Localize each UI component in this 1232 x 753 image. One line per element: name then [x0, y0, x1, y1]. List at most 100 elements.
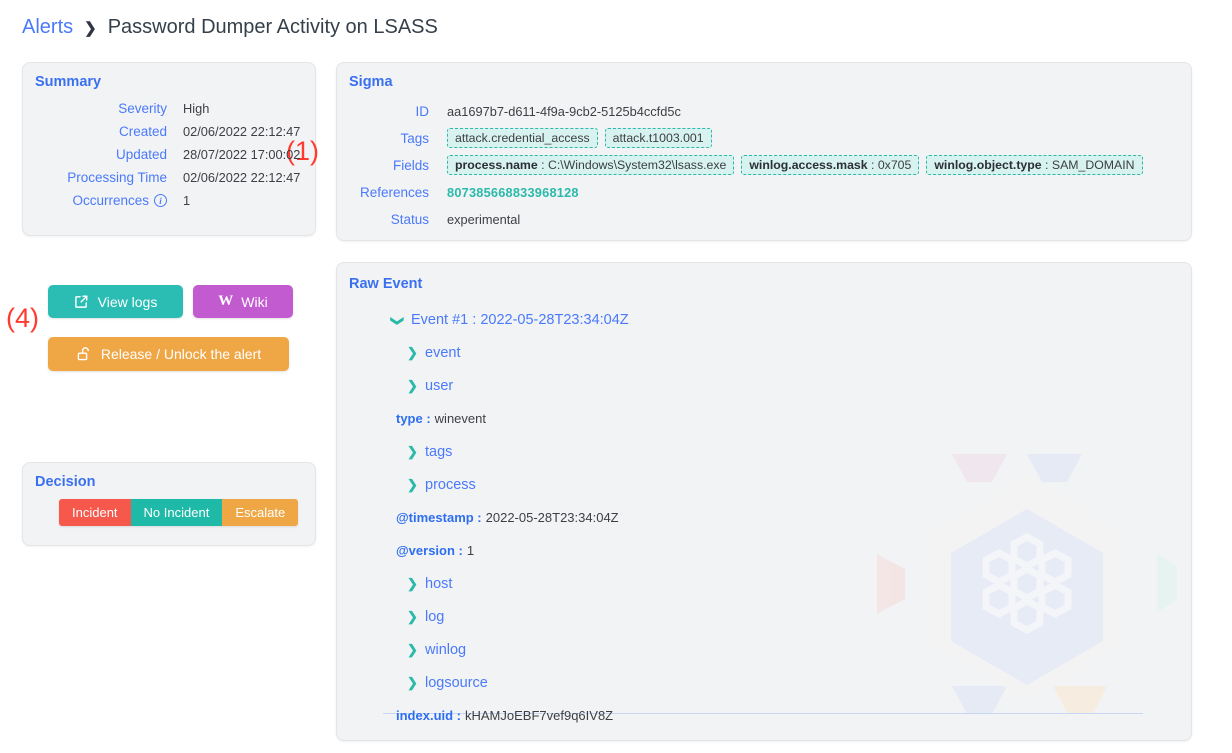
- raw-event-tree: ❯ Event #1 : 2022-05-28T23:34:04Z ❯ even…: [337, 303, 1191, 732]
- decision-escalate-button[interactable]: Escalate: [222, 499, 299, 526]
- raw-event-panel: Raw Event (3): [336, 262, 1192, 741]
- tag-chip[interactable]: attack.credential_access: [447, 128, 598, 148]
- tree-node-host[interactable]: ❯ host: [337, 567, 1191, 600]
- tree-node-label: process: [425, 476, 476, 493]
- chevron-right-icon[interactable]: ❯: [407, 642, 418, 658]
- sigma-field-list: ID aa1697b7-d611-4f9a-9cb2-5125b4ccfd5c …: [337, 101, 1191, 236]
- chevron-right-icon[interactable]: ❯: [407, 477, 418, 493]
- tree-node-label: log: [425, 608, 445, 625]
- chevron-right-icon[interactable]: ❯: [407, 576, 418, 592]
- summary-row-updated: Updated 28/07/2022 17:00:02: [23, 147, 315, 162]
- field-chip[interactable]: winlog.access.mask : 0x705: [741, 155, 920, 175]
- tree-node-label: tags: [425, 443, 453, 460]
- summary-label-severity: Severity: [118, 101, 167, 116]
- alert-detail-page: Alerts ❯ Password Dumper Activity on LSA…: [0, 0, 1232, 753]
- tree-node-label: event: [425, 344, 461, 361]
- summary-row-severity: Severity High: [23, 101, 315, 116]
- sigma-value-tags: attack.credential_access attack.t1003.00…: [447, 128, 712, 148]
- sigma-label-references: References: [359, 184, 429, 200]
- tree-node-event-root[interactable]: ❯ Event #1 : 2022-05-28T23:34:04Z: [337, 303, 1191, 336]
- info-icon[interactable]: i: [154, 194, 167, 207]
- summary-value-updated: 28/07/2022 17:00:02: [183, 147, 301, 162]
- decision-incident-button[interactable]: Incident: [59, 499, 131, 526]
- sigma-row-status: Status experimental: [337, 209, 1191, 229]
- decision-button-group: Incident No Incident Escalate: [59, 499, 299, 526]
- tree-leaf-key: @version :: [396, 543, 463, 558]
- summary-field-list: Severity High Created 02/06/2022 22:12:4…: [23, 101, 315, 216]
- sigma-row-tags: Tags attack.credential_access attack.t10…: [337, 128, 1191, 148]
- raw-event-title: Raw Event: [349, 276, 423, 292]
- chevron-right-icon[interactable]: ❯: [407, 345, 418, 361]
- breadcrumb: Alerts ❯ Password Dumper Activity on LSA…: [22, 16, 438, 39]
- decision-title: Decision: [35, 474, 96, 490]
- tree-node-tags[interactable]: ❯ tags: [337, 435, 1191, 468]
- summary-row-occurrences: Occurrences i 1: [23, 193, 315, 208]
- sigma-label-fields: Fields: [392, 157, 429, 173]
- wikipedia-w-icon: W: [218, 293, 233, 309]
- tree-leaf-timestamp: @timestamp : 2022-05-28T23:34:04Z: [337, 501, 1191, 534]
- summary-row-created: Created 02/06/2022 22:12:47: [23, 124, 315, 139]
- tree-leaf-type: type : winevent: [337, 402, 1191, 435]
- summary-value-severity: High: [183, 101, 210, 116]
- sigma-panel: Sigma (2) ID aa1697b7-d611-4f9a-9cb2-512…: [336, 62, 1192, 241]
- decision-no-incident-button[interactable]: No Incident: [130, 499, 223, 526]
- field-chip[interactable]: winlog.object.type : SAM_DOMAIN: [926, 155, 1143, 175]
- sigma-value-id: aa1697b7-d611-4f9a-9cb2-5125b4ccfd5c: [447, 103, 681, 119]
- tree-node-user[interactable]: ❯ user: [337, 369, 1191, 402]
- tree-leaf-value: winevent: [434, 411, 486, 426]
- tag-chip[interactable]: attack.t1003.001: [604, 128, 712, 148]
- tree-leaf-version: @version : 1: [337, 534, 1191, 567]
- tree-leaf-key: @timestamp :: [396, 510, 482, 525]
- tree-node-event[interactable]: ❯ event: [337, 336, 1191, 369]
- tree-leaf-index-uid: index.uid : kHAMJoEBF7vef9q6IV8Z: [337, 699, 1191, 732]
- summary-label-created: Created: [118, 124, 167, 139]
- sigma-value-fields: process.name : C:\Windows\System32\lsass…: [447, 155, 1143, 175]
- sigma-label-status: Status: [390, 211, 429, 227]
- sigma-reference-link[interactable]: 807385668833968128: [447, 185, 579, 200]
- sigma-title: Sigma: [349, 74, 393, 90]
- summary-row-processing-time: Processing Time 02/06/2022 22:12:47: [23, 170, 315, 185]
- decision-panel: Decision (5) Incident No Incident Escala…: [22, 462, 316, 546]
- tree-leaf-key: index.uid :: [396, 708, 461, 723]
- chevron-right-icon: ❯: [84, 19, 97, 37]
- tree-node-winlog[interactable]: ❯ winlog: [337, 633, 1191, 666]
- summary-label-updated: Updated: [115, 147, 167, 162]
- summary-title: Summary: [35, 74, 102, 90]
- summary-panel: Summary (1) Severity High Created 02/06/…: [22, 62, 319, 236]
- unlock-icon: [76, 346, 92, 362]
- sigma-label-id: ID: [415, 103, 430, 119]
- tree-node-process[interactable]: ❯ process: [337, 468, 1191, 501]
- tree-node-label: Event #1 : 2022-05-28T23:34:04Z: [411, 311, 629, 328]
- release-unlock-button[interactable]: Release / Unlock the alert: [48, 337, 289, 371]
- tree-leaf-value: kHAMJoEBF7vef9q6IV8Z: [465, 708, 614, 723]
- tree-leaf-value: 2022-05-28T23:34:04Z: [485, 510, 619, 525]
- chevron-right-icon[interactable]: ❯: [407, 609, 418, 625]
- summary-label-processing-time: Processing Time: [67, 170, 167, 185]
- view-logs-label: View logs: [97, 293, 158, 310]
- summary-value-created: 02/06/2022 22:12:47: [183, 124, 301, 139]
- summary-label-occurrences: Occurrences i: [23, 193, 167, 208]
- sigma-row-id: ID aa1697b7-d611-4f9a-9cb2-5125b4ccfd5c: [337, 101, 1191, 121]
- chevron-right-icon[interactable]: ❯: [407, 378, 418, 394]
- annotation-marker-4: (4): [6, 303, 39, 333]
- sigma-row-references: References 807385668833968128: [337, 182, 1191, 202]
- wiki-button[interactable]: W Wiki: [193, 285, 293, 318]
- summary-value-processing-time: 02/06/2022 22:12:47: [183, 170, 301, 185]
- chevron-down-icon[interactable]: ❯: [390, 315, 406, 326]
- summary-value-occurrences: 1: [183, 193, 191, 208]
- chevron-right-icon[interactable]: ❯: [407, 675, 418, 691]
- breadcrumb-link-alerts[interactable]: Alerts: [22, 16, 73, 39]
- tree-node-label: host: [425, 575, 453, 592]
- chevron-right-icon[interactable]: ❯: [407, 444, 418, 460]
- tree-node-label: logsource: [425, 674, 488, 691]
- view-logs-button[interactable]: View logs: [48, 285, 183, 318]
- sigma-row-fields: Fields process.name : C:\Windows\System3…: [337, 155, 1191, 175]
- tree-leaf-key: type :: [396, 411, 431, 426]
- tree-node-log[interactable]: ❯ log: [337, 600, 1191, 633]
- sigma-label-tags: Tags: [400, 130, 429, 146]
- page-title: Password Dumper Activity on LSASS: [107, 16, 438, 38]
- release-label: Release / Unlock the alert: [100, 346, 262, 362]
- field-chip[interactable]: process.name : C:\Windows\System32\lsass…: [447, 155, 735, 175]
- tree-node-logsource[interactable]: ❯ logsource: [337, 666, 1191, 699]
- sigma-value-status: experimental: [447, 211, 521, 227]
